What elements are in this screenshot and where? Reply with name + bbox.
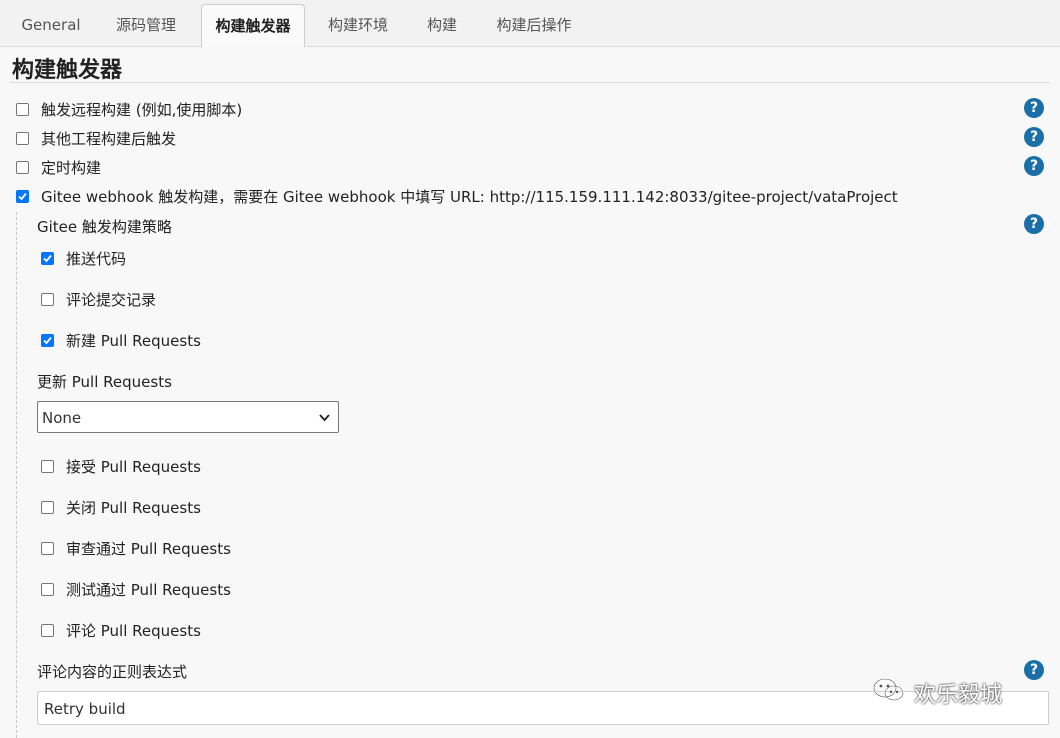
tab-build-environment[interactable]: 构建环境 — [313, 6, 403, 44]
option-open-pr[interactable]: 新建 Pull Requests — [41, 330, 201, 351]
tab-build-triggers[interactable]: 构建触发器 — [201, 4, 305, 47]
trigger-gitee-webhook[interactable]: Gitee webhook 触发构建，需要在 Gitee webhook 中填写… — [16, 186, 898, 207]
trigger-gitee-webhook-label: Gitee webhook 触发构建，需要在 Gitee webhook 中填写… — [41, 188, 898, 206]
option-approved-pr[interactable]: 审查通过 Pull Requests — [41, 538, 231, 559]
option-push-code-label: 推送代码 — [66, 250, 127, 268]
trigger-after-other-projects-label: 其他工程构建后触发 — [41, 130, 177, 148]
trigger-periodic-build[interactable]: 定时构建 — [16, 157, 101, 178]
checkbox-approved-pr[interactable] — [41, 542, 54, 555]
section-divider — [10, 82, 1050, 83]
option-approved-pr-label: 审查通过 Pull Requests — [66, 540, 231, 558]
option-tested-pr-label: 测试通过 Pull Requests — [66, 581, 231, 599]
update-pr-label: 更新 Pull Requests — [37, 373, 172, 391]
checkbox-after-other-projects[interactable] — [16, 132, 29, 145]
trigger-after-other-projects[interactable]: 其他工程构建后触发 — [16, 128, 176, 149]
option-commit-comment-label: 评论提交记录 — [66, 291, 157, 309]
section-title: 构建触发器 — [12, 58, 123, 83]
watermark: 欢乐毅城 — [872, 676, 1002, 710]
trigger-periodic-build-label: 定时构建 — [41, 159, 102, 177]
checkbox-push-code[interactable] — [41, 252, 54, 265]
option-close-pr-label: 关闭 Pull Requests — [66, 499, 201, 517]
option-accept-pr[interactable]: 接受 Pull Requests — [41, 456, 201, 477]
checkbox-commit-comment[interactable] — [41, 293, 54, 306]
checkbox-accept-pr[interactable] — [41, 460, 54, 473]
option-comment-pr-label: 评论 Pull Requests — [66, 622, 201, 640]
checkbox-remote-build[interactable] — [16, 103, 29, 116]
option-comment-pr[interactable]: 评论 Pull Requests — [41, 620, 201, 641]
update-pr-select-value: None — [42, 409, 82, 427]
trigger-remote-build-label: 触发远程构建 (例如,使用脚本) — [41, 101, 243, 119]
tab-post-build-actions[interactable]: 构建后操作 — [481, 6, 587, 44]
option-push-code[interactable]: 推送代码 — [41, 248, 126, 269]
watermark-text: 欢乐毅城 — [914, 683, 1003, 708]
option-commit-comment[interactable]: 评论提交记录 — [41, 289, 156, 310]
gitee-strategy-label: Gitee 触发构建策略 — [37, 218, 172, 236]
option-close-pr[interactable]: 关闭 Pull Requests — [41, 497, 201, 518]
help-icon[interactable]: ? — [1024, 156, 1044, 176]
checkbox-gitee-webhook[interactable] — [16, 190, 29, 203]
checkbox-tested-pr[interactable] — [41, 583, 54, 596]
chevron-down-icon — [319, 402, 330, 446]
update-pr-select[interactable]: None — [37, 401, 339, 433]
help-icon[interactable]: ? — [1024, 660, 1044, 680]
checkbox-comment-pr[interactable] — [41, 624, 54, 637]
checkbox-periodic-build[interactable] — [16, 161, 29, 174]
tab-build[interactable]: 构建 — [413, 6, 471, 44]
tab-general[interactable]: General — [10, 6, 92, 44]
nested-options-guide — [16, 212, 17, 738]
help-icon[interactable]: ? — [1024, 127, 1044, 147]
tab-source-management[interactable]: 源码管理 — [100, 6, 192, 44]
option-open-pr-label: 新建 Pull Requests — [66, 332, 201, 350]
checkbox-open-pr[interactable] — [41, 334, 54, 347]
option-accept-pr-label: 接受 Pull Requests — [66, 458, 201, 476]
trigger-remote-build[interactable]: 触发远程构建 (例如,使用脚本) — [16, 99, 242, 120]
option-tested-pr[interactable]: 测试通过 Pull Requests — [41, 579, 231, 600]
help-icon[interactable]: ? — [1024, 98, 1044, 118]
comment-regex-label: 评论内容的正则表达式 — [37, 663, 188, 681]
comment-regex-value: Retry build — [44, 700, 126, 718]
tab-bar: General 源码管理 构建触发器 构建环境 构建 构建后操作 — [0, 0, 1060, 47]
wechat-icon — [872, 676, 906, 710]
checkbox-close-pr[interactable] — [41, 501, 54, 514]
help-icon[interactable]: ? — [1024, 214, 1044, 234]
